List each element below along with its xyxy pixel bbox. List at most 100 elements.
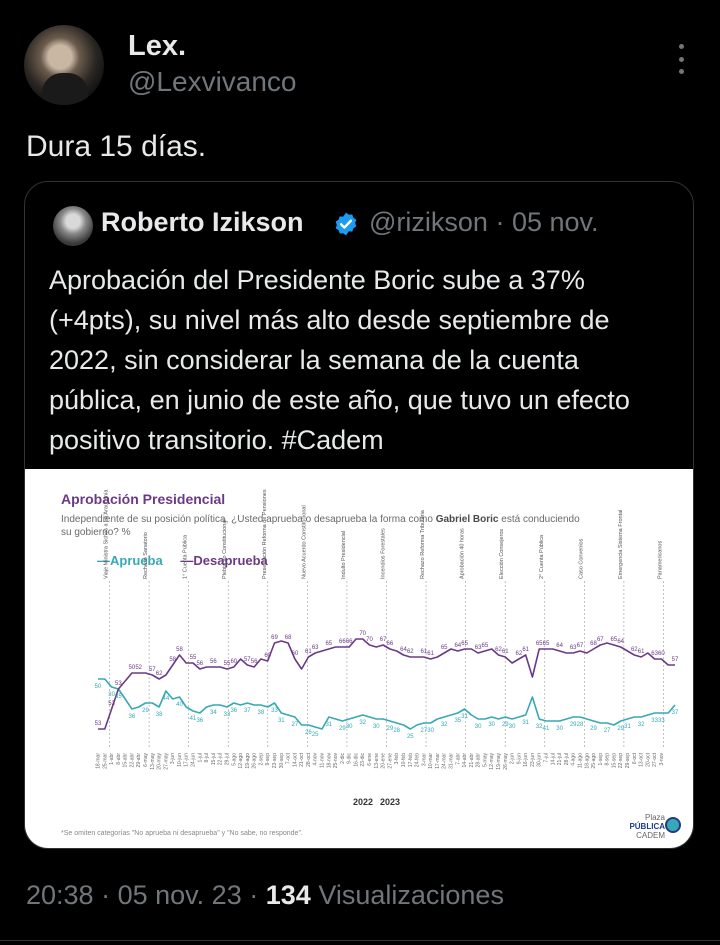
data-label-desaprueba: 61 <box>427 651 434 657</box>
author-handle[interactable]: @Lexvivanco <box>128 66 297 98</box>
data-label-aprueba: 29 <box>590 726 597 732</box>
event-label: 2° Cuenta Pública <box>539 534 545 579</box>
data-label-desaprueba: 62 <box>407 649 414 655</box>
x-tick-label: 21-abr <box>469 753 475 768</box>
x-tick-label: 3-feb <box>394 753 400 765</box>
x-tick-label: 20-ene <box>381 753 387 769</box>
x-tick-label: 10-jun <box>177 753 183 767</box>
data-label-aprueba: 31 <box>278 718 285 724</box>
x-tick-label: 25-nov <box>333 753 339 769</box>
data-label-desaprueba: 53 <box>95 721 102 727</box>
views-count[interactable]: 134 <box>266 880 311 910</box>
x-tick-label: 8-abr <box>116 753 122 765</box>
views-label: Visualizaciones <box>318 880 504 910</box>
year-label-2023: 2023 <box>380 797 401 807</box>
x-tick-label: 17-mar <box>435 753 441 769</box>
quoted-author-name[interactable]: Roberto Izikson <box>101 207 304 238</box>
data-label-aprueba: 44 <box>163 696 170 702</box>
x-tick-label: 3-nov <box>659 753 665 766</box>
x-tick-label: 1-jul <box>197 753 203 762</box>
more-options-button[interactable] <box>670 44 692 74</box>
tweet-time[interactable]: 20:38 <box>26 880 94 910</box>
x-tick-label: 22-abr <box>129 753 135 768</box>
quoted-handle-date[interactable]: @rizikson · 05 nov. <box>369 207 599 238</box>
approval-chart-image[interactable]: Aprobación Presidencial Independiente de… <box>25 469 693 848</box>
data-label-desaprueba: 60 <box>658 651 665 657</box>
divider <box>0 940 720 941</box>
author-name[interactable]: Lex. <box>128 30 186 63</box>
x-tick-label: 15-abr <box>123 753 129 768</box>
x-tick-label: 23-sep <box>272 753 278 769</box>
x-tick-label: 1-abr <box>109 753 115 765</box>
x-tick-label: 9-jun <box>516 753 522 764</box>
author-avatar[interactable] <box>24 25 104 105</box>
x-tick-label: 18-mar <box>96 753 102 769</box>
x-tick-label: 18-nov <box>326 753 332 769</box>
event-label: Panamericanos <box>657 541 663 579</box>
event-label: Presentación Reforma de Pensiones <box>262 489 268 579</box>
data-label-aprueba: 28 <box>577 722 584 728</box>
x-tick-label: 27-ene <box>387 753 393 769</box>
event-label: Incendios Forestales <box>381 528 387 579</box>
x-tick-label: 31-mar <box>449 753 455 769</box>
x-tick-label: 12-ago <box>238 753 244 769</box>
x-tick-label: 7-oct <box>286 752 292 764</box>
x-tick-label: 1-sep <box>598 753 604 766</box>
series-line-desaprueba <box>98 638 675 730</box>
event-label: Emergencia Sistema Frontal <box>618 510 624 579</box>
chart-footnote: *Se omiten categorías "No aprueba ni des… <box>61 830 303 837</box>
x-tick-label: 5-ago <box>231 753 237 766</box>
x-tick-label: 23-jun <box>530 753 536 767</box>
data-label-aprueba: 36 <box>230 708 237 714</box>
data-label-aprueba: 30 <box>475 724 482 730</box>
quoted-date: 05 nov. <box>511 207 599 237</box>
data-label-desaprueba: 61 <box>502 649 509 655</box>
data-label-desaprueba: 53 <box>108 701 115 707</box>
x-tick-label: 24-jun <box>191 753 197 767</box>
data-label-desaprueba: 56 <box>251 659 258 665</box>
x-tick-label: 3-jun <box>170 753 176 764</box>
data-label-aprueba: 25 <box>312 732 319 738</box>
data-label-aprueba: 36 <box>129 714 136 720</box>
x-tick-label: 21-oct <box>299 752 305 767</box>
data-label-desaprueba: 66 <box>387 641 394 647</box>
data-label-desaprueba: 68 <box>285 635 292 641</box>
data-label-aprueba: 50 <box>95 684 102 690</box>
x-tick-label: 2-dic <box>340 753 346 764</box>
data-label-desaprueba: 58 <box>169 657 176 663</box>
x-tick-label: 10-feb <box>401 753 407 767</box>
tweet-date[interactable]: 05 nov. 23 <box>118 880 242 910</box>
quoted-author-avatar[interactable] <box>53 206 93 246</box>
quoted-tweet-card[interactable]: Roberto Izikson @rizikson · 05 nov. Apro… <box>24 181 694 849</box>
x-tick-label: 6-ene <box>367 753 373 766</box>
x-tick-label: 27-may <box>163 753 169 770</box>
data-label-desaprueba: 60 <box>230 659 237 665</box>
event-label: Nuevo Acuerdo Constitucional <box>301 505 307 579</box>
x-tick-label: 25-ago <box>591 753 597 769</box>
x-tick-label: 6-oct <box>632 752 638 764</box>
x-tick-label: 11-nov <box>320 753 326 768</box>
x-tick-label: 19-ago <box>245 753 251 769</box>
data-label-aprueba: 27 <box>292 722 299 728</box>
x-tick-label: 4-nov <box>313 753 319 766</box>
data-label-aprueba: 38 <box>156 712 163 718</box>
x-tick-label: 30-jun <box>537 753 543 767</box>
x-tick-label: 22-sep <box>618 753 624 769</box>
data-label-desaprueba: 69 <box>271 635 278 641</box>
data-label-aprueba: 30 <box>346 724 353 730</box>
data-label-desaprueba: 61 <box>522 647 529 653</box>
data-label-desaprueba: 56 <box>196 661 203 667</box>
data-label-desaprueba: 67 <box>577 643 584 649</box>
data-label-aprueba: 33 <box>658 718 665 724</box>
event-label: Indulto Presidencial <box>341 531 347 579</box>
x-tick-label: 21-jul <box>557 753 563 765</box>
data-label-desaprueba: 62 <box>156 671 163 677</box>
data-label-aprueba: 35 <box>115 694 122 700</box>
data-label-desaprueba: 65 <box>461 641 468 647</box>
data-label-aprueba: 37 <box>244 708 251 714</box>
x-tick-label: 8-sep <box>605 753 611 766</box>
x-tick-label: 7-jul <box>544 753 550 762</box>
data-label-aprueba: 32 <box>359 720 366 726</box>
data-label-desaprueba: 57 <box>672 657 679 663</box>
x-tick-label: 23-dic <box>360 753 366 767</box>
